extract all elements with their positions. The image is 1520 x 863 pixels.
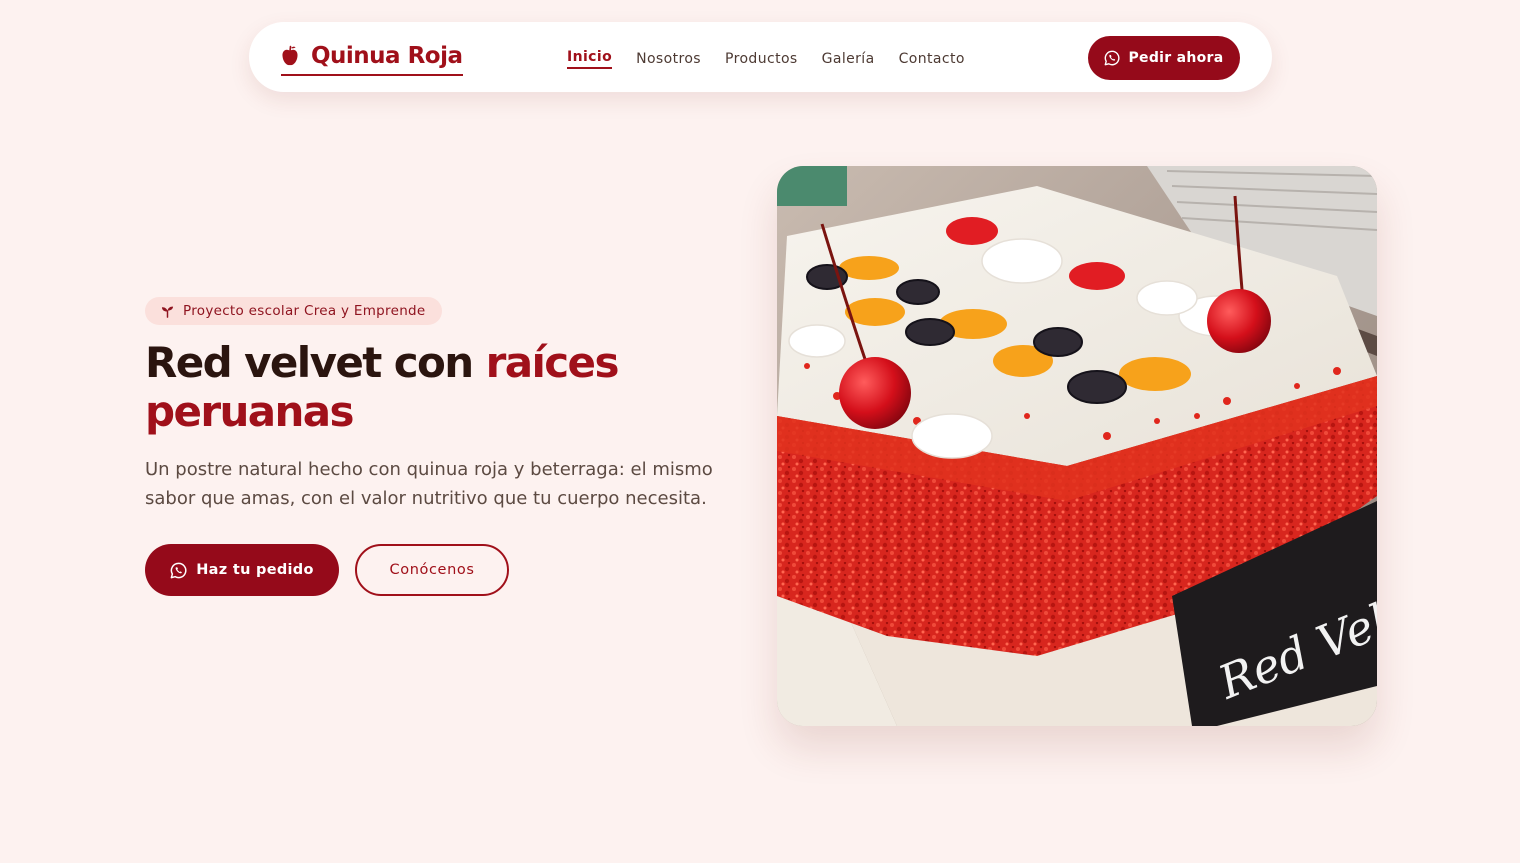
hero-title: Red velvet con raíces peruanas xyxy=(145,338,745,436)
apple-icon xyxy=(282,45,298,66)
whatsapp-icon xyxy=(1105,50,1121,66)
brand-logo[interactable]: Quinua Roja xyxy=(281,42,463,76)
hero-title-main: Red velvet con xyxy=(145,338,486,387)
whatsapp-icon xyxy=(170,562,187,578)
navbar: Quinua Roja Inicio Nosotros Productos Ga… xyxy=(249,22,1272,92)
main-nav: Inicio Nosotros Productos Galería Contac… xyxy=(567,48,965,69)
red-velvet-cake-image: Red Velv xyxy=(777,166,1377,726)
order-button[interactable]: Haz tu pedido xyxy=(145,544,339,596)
project-badge-label: Proyecto escolar Crea y Emprende xyxy=(183,303,426,319)
cake-illustration: Red Velv xyxy=(777,166,1377,726)
project-badge: Proyecto escolar Crea y Emprende xyxy=(145,297,442,325)
nav-link-galeria[interactable]: Galería xyxy=(822,50,875,68)
nav-link-contacto[interactable]: Contacto xyxy=(899,50,965,68)
about-us-label: Conócenos xyxy=(389,562,475,578)
brand-name: Quinua Roja xyxy=(311,43,463,69)
hero-description: Un postre natural hecho con quinua roja … xyxy=(145,459,713,509)
nav-link-nosotros[interactable]: Nosotros xyxy=(636,50,701,68)
order-now-button[interactable]: Pedir ahora xyxy=(1088,36,1240,80)
order-now-label: Pedir ahora xyxy=(1128,50,1224,66)
nav-link-productos[interactable]: Productos xyxy=(725,50,798,68)
order-button-label: Haz tu pedido xyxy=(196,562,314,578)
sprout-icon xyxy=(161,306,174,318)
nav-link-inicio[interactable]: Inicio xyxy=(567,48,613,69)
about-us-button[interactable]: Conócenos xyxy=(355,544,509,596)
